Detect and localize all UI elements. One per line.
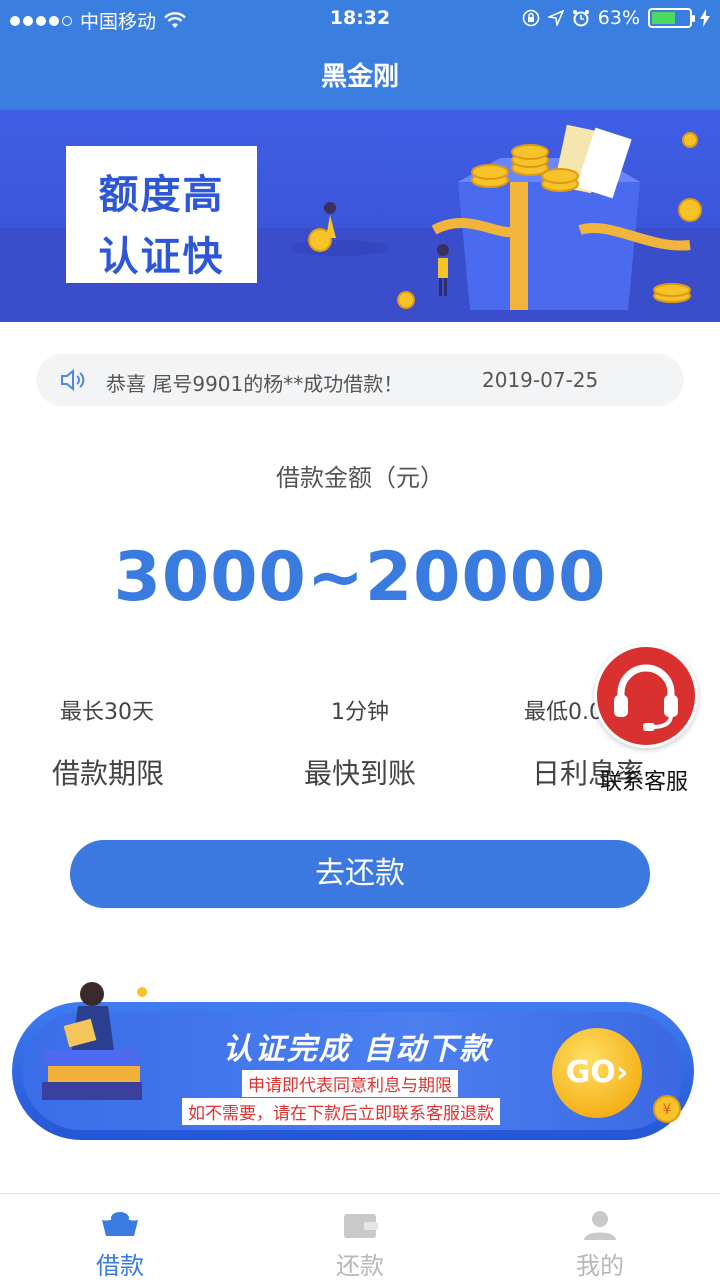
promo-terms-line1: 申请即代表同意利息与期限 (242, 1070, 458, 1097)
status-bar: 中国移动 18:32 63% (0, 0, 720, 36)
promo-terms-line2: 如不需要，请在下款后立即联系客服退款 (182, 1098, 500, 1125)
nav-bar: 黑金刚 (0, 36, 720, 110)
wallet-icon (344, 1214, 378, 1238)
svg-text:¥: ¥ (663, 1102, 672, 1118)
alarm-icon (572, 10, 589, 27)
headset-icon (614, 664, 678, 731)
banner-slogan-box: 额度高 认证快 (66, 146, 257, 283)
info-arrival-label: 最快到账 (303, 757, 416, 790)
info-arrival: 1分钟 最快到账 (240, 694, 480, 792)
reading-girl-illustration (42, 982, 147, 1100)
tab-mine[interactable]: 我的 (480, 1194, 720, 1280)
tab-repay[interactable]: 还款 (240, 1194, 480, 1280)
rotation-lock-icon (522, 9, 540, 27)
amount-range: 3000~20000 (113, 538, 607, 617)
page-title: 黑金刚 (320, 62, 399, 92)
amount-label: 借款金额（元） (276, 464, 444, 492)
tab-borrow[interactable]: 借款 (0, 1194, 240, 1280)
auto-loan-promo[interactable]: 认证完成 自动下款 申请即代表同意利息与期限 如不需要，请在下款后立即联系客服退… (12, 982, 694, 1140)
tab-mine-label: 我的 (576, 1252, 624, 1280)
promo-title: 认证完成 自动下款 (222, 1032, 492, 1067)
promo-banner[interactable]: 额度高 认证快 (0, 110, 720, 322)
speaker-icon (61, 368, 85, 392)
info-term-value: 最长30天 (60, 700, 154, 725)
coin-icon: ¥ (653, 1095, 681, 1123)
repay-button[interactable]: 去还款 (70, 840, 650, 908)
battery-percent: 63% (597, 7, 640, 29)
customer-service-label[interactable]: 联系客服 (600, 764, 688, 796)
go-button[interactable]: GO› (552, 1028, 642, 1118)
ingot-icon (102, 1212, 138, 1236)
notice-date: 2019-07-25 (482, 368, 599, 392)
banner-slogan-line1: 额度高 (98, 172, 225, 218)
status-right: 63% (522, 7, 710, 29)
notice-text: 恭喜 尾号9901的杨**成功借款！ (106, 372, 404, 396)
battery-icon (648, 8, 695, 28)
tab-borrow-label: 借款 (96, 1252, 144, 1280)
notice-bar: 恭喜 尾号9901的杨**成功借款！ 2019-07-25 (36, 354, 684, 406)
tab-bar: 借款 还款 我的 (0, 1193, 720, 1280)
banner-slogan-line2: 认证快 (98, 234, 225, 280)
location-icon (547, 10, 564, 26)
info-arrival-value: 1分钟 (331, 700, 389, 725)
charging-icon (700, 9, 710, 27)
info-term-label: 借款期限 (52, 757, 165, 790)
customer-service-button[interactable] (594, 644, 698, 748)
user-icon (584, 1211, 616, 1240)
tab-repay-label: 还款 (336, 1252, 384, 1280)
info-term: 最长30天 借款期限 (0, 694, 240, 792)
